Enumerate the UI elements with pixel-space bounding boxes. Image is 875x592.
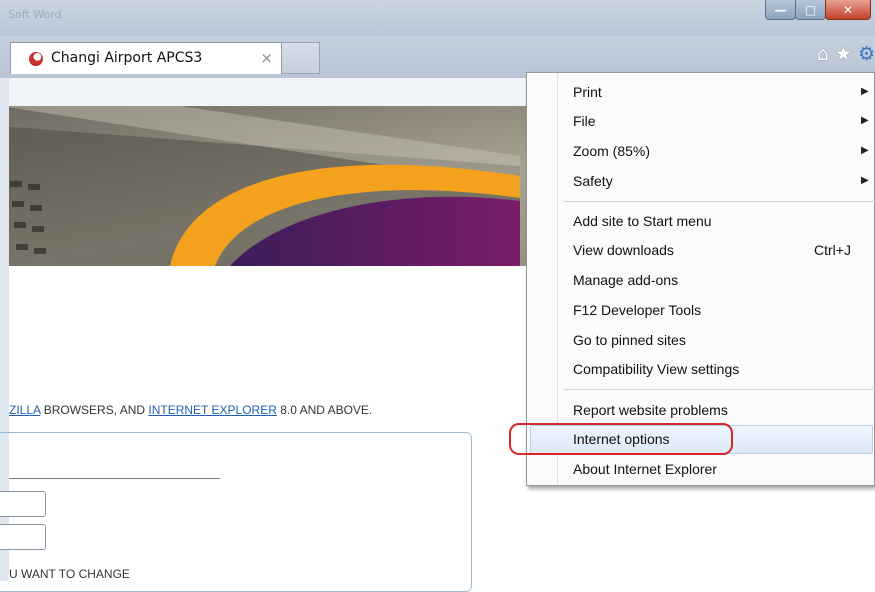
gear-icon[interactable]: ⚙ <box>858 44 875 64</box>
internet-explorer-link[interactable]: INTERNET EXPLORER <box>148 403 276 417</box>
tab-close-icon[interactable]: × <box>260 49 273 67</box>
menu-item-about-ie[interactable]: About Internet Explorer <box>573 458 717 480</box>
browser-support-notice: ZILLA BROWSERS, AND INTERNET EXPLORER 8.… <box>9 403 373 417</box>
close-button[interactable]: ✕ <box>825 0 871 20</box>
submenu-arrow-icon: ▶ <box>861 115 869 126</box>
star-icon[interactable]: ★ <box>835 44 852 64</box>
window-title: Soft Word <box>8 8 62 21</box>
menu-item-manage-addons[interactable]: Manage add-ons <box>573 269 678 291</box>
menu-item-compat-view[interactable]: Compatibility View settings <box>573 358 739 380</box>
menu-item-report-problems[interactable]: Report website problems <box>573 399 728 421</box>
mozilla-link[interactable]: ZILLA <box>9 403 40 417</box>
home-icon[interactable]: ⌂ <box>817 44 829 64</box>
change-password-text: U WANT TO CHANGE <box>9 567 130 581</box>
form-divider <box>9 478 220 479</box>
submenu-arrow-icon: ▶ <box>861 86 869 97</box>
tab-title: Changi Airport APCS3 <box>51 50 203 66</box>
menu-item-add-site[interactable]: Add site to Start menu <box>573 210 712 232</box>
red-callout-highlight <box>509 423 733 455</box>
site-favicon-icon <box>29 52 43 66</box>
minimize-button[interactable]: — <box>765 0 796 20</box>
submenu-arrow-icon: ▶ <box>861 175 869 186</box>
window-titlebar: Soft Word — □ ✕ <box>0 0 875 36</box>
menu-separator <box>563 389 875 390</box>
window-controls: — □ ✕ <box>765 0 871 22</box>
submenu-arrow-icon: ▶ <box>861 145 869 156</box>
shortcut-ctrl-j: Ctrl+J <box>814 242 851 258</box>
new-tab-button[interactable] <box>282 42 320 74</box>
menu-item-view-downloads[interactable]: View downloads <box>573 239 674 261</box>
menu-item-safety[interactable]: Safety <box>573 170 613 192</box>
menu-item-f12-tools[interactable]: F12 Developer Tools <box>573 299 701 321</box>
menu-separator <box>563 201 875 202</box>
menu-item-pinned-sites[interactable]: Go to pinned sites <box>573 329 686 351</box>
menu-item-zoom[interactable]: Zoom (85%) <box>573 140 650 162</box>
tab-changi-airport[interactable]: Changi Airport APCS3 × <box>10 42 282 74</box>
password-field[interactable] <box>0 524 46 550</box>
menu-item-print[interactable]: Print <box>573 81 602 103</box>
maximize-button[interactable]: □ <box>795 0 826 20</box>
command-icons: ⌂ ★ ⚙ <box>817 44 875 64</box>
menu-item-file[interactable]: File <box>573 110 596 132</box>
username-field[interactable] <box>0 491 46 517</box>
